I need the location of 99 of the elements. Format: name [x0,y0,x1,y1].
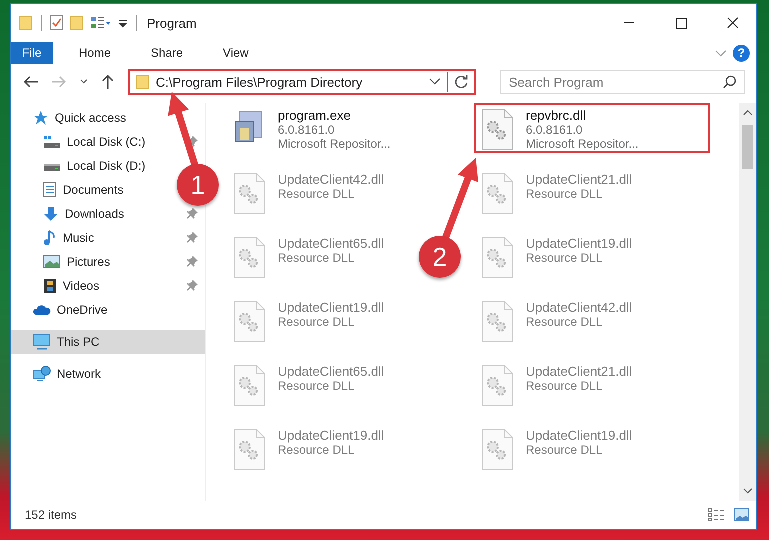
file-name: UpdateClient42.dll [526,300,632,315]
sidebar-item[interactable]: Quick access [11,106,205,130]
file-item[interactable]: UpdateClient19.dll Resource DLL [474,231,638,281]
file-detail: Microsoft Repositor... [278,137,391,151]
scrollbar-thumb[interactable] [742,125,753,169]
vertical-scrollbar[interactable] [739,103,756,501]
sidebar-item[interactable]: This PC [11,330,205,354]
file-name: UpdateClient19.dll [278,300,384,315]
ribbon-tab[interactable]: Home [65,42,126,64]
file-name: UpdateClient19.dll [526,428,632,443]
sidebar-item[interactable]: OneDrive [11,298,205,322]
pin-icon[interactable] [187,208,199,220]
file-name: UpdateClient21.dll [526,172,632,187]
gear-file-icon [480,364,516,408]
dropdown-chevron-icon[interactable] [429,77,441,87]
ribbon-tab[interactable]: File [11,42,53,64]
refresh-icon[interactable] [454,74,470,90]
sidebar-item[interactable]: Pictures [11,250,205,274]
help-button[interactable]: ? [733,44,750,62]
search-icon [723,75,737,89]
file-name: UpdateClient21.dll [526,364,632,379]
file-item[interactable]: UpdateClient19.dll Resource DLL [226,423,390,473]
file-item[interactable]: program.exe 6.0.8161.0 Microsoft Repositor... [226,103,397,153]
drive-icon [43,135,61,149]
picture-icon [43,255,61,269]
file-detail: Resource DLL [526,443,604,457]
file-detail: 6.0.8161.0 [526,123,584,137]
cloud-icon [33,304,51,316]
sidebar-item[interactable]: Videos [11,274,205,298]
scroll-up-icon[interactable] [742,109,752,117]
pin-icon[interactable] [187,232,199,244]
ribbon-tab[interactable]: Share [137,42,198,64]
file-name: UpdateClient19.dll [278,428,384,443]
file-item[interactable]: UpdateClient19.dll Resource DLL [226,295,390,345]
gear-file-icon [232,364,268,408]
expand-ribbon-icon[interactable] [715,48,727,58]
up-arrow-icon[interactable] [101,74,115,90]
document-icon [43,182,57,198]
item-count: 152 items [25,508,78,522]
film-icon [43,278,57,294]
gear-file-icon [232,300,268,344]
file-item[interactable]: UpdateClient42.dll Resource DLL [226,167,390,217]
file-name: UpdateClient65.dll [278,364,384,379]
file-item[interactable]: UpdateClient65.dll Resource DLL [226,359,390,409]
file-detail: Resource DLL [278,443,356,457]
gear-file-icon [480,236,516,280]
file-detail: Resource DLL [526,315,604,329]
address-bar[interactable]: C:\Program Files\Program Directory [128,69,476,95]
sidebar-item[interactable]: Music [11,226,205,250]
sidebar-item[interactable]: Local Disk (C:) [11,130,205,154]
file-item[interactable]: UpdateClient42.dll Resource DLL [474,295,638,345]
ribbon-tab[interactable]: View [209,42,263,64]
properties-icon[interactable] [50,15,64,31]
monitor-icon [33,334,51,350]
file-detail: Resource DLL [278,251,356,265]
details-view-icon[interactable] [708,508,726,522]
file-name: program.exe [278,108,352,123]
file-detail: Resource DLL [278,315,356,329]
file-detail: Resource DLL [526,251,604,265]
file-item[interactable]: UpdateClient19.dll Resource DLL [474,423,638,473]
file-name: repvbrc.dll [526,108,587,123]
file-item[interactable]: repvbrc.dll 6.0.8161.0 Microsoft Repositor... [474,103,710,153]
file-detail: Resource DLL [278,187,356,201]
pin-icon[interactable] [187,256,199,268]
gear-file-icon [232,172,268,216]
search-field[interactable]: Search Program [500,70,745,94]
sidebar-item[interactable]: Network [11,362,205,386]
file-detail: Resource DLL [526,379,604,393]
view-options-icon[interactable] [90,15,112,31]
gear-file-icon [480,428,516,472]
star-icon [33,110,49,126]
window-title: Program [147,16,197,30]
address-path: C:\Program Files\Program Directory [156,74,364,90]
gear-file-icon [232,236,268,280]
file-item[interactable]: UpdateClient21.dll Resource DLL [474,167,638,217]
download-arrow-icon [43,206,59,222]
large-icons-view-icon[interactable] [734,508,750,522]
file-detail: 6.0.8161.0 [278,123,336,137]
file-detail: Microsoft Repositor... [526,137,639,151]
gear-file-icon [232,428,268,472]
file-name: UpdateClient65.dll [278,236,384,251]
file-detail: Resource DLL [526,187,604,201]
file-name: UpdateClient19.dll [526,236,632,251]
folder-icon [19,15,33,31]
gear-file-icon [480,172,516,216]
pin-icon[interactable] [187,280,199,292]
sidebar-item[interactable]: Documents [11,178,128,202]
gear-file-icon [480,300,516,344]
file-detail: Resource DLL [278,379,356,393]
sidebar-item[interactable]: Local Disk (D:) [11,154,150,178]
network-icon [33,366,51,382]
gear-file-icon [480,108,516,152]
scroll-down-icon[interactable] [742,487,752,495]
back-arrow-icon[interactable] [23,75,39,89]
file-item[interactable]: UpdateClient65.dll Resource DLL [226,231,390,281]
file-item[interactable]: UpdateClient21.dll Resource DLL [474,359,638,409]
music-note-icon [43,230,57,246]
file-name: UpdateClient42.dll [278,172,384,187]
folder-icon [136,74,150,90]
